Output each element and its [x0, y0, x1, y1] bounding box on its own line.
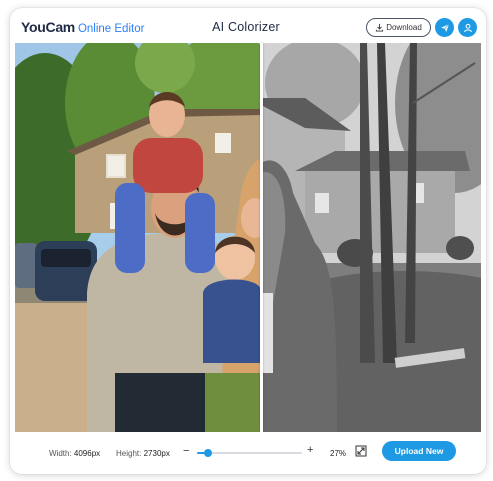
height-label: Height: — [116, 449, 142, 458]
colorized-half — [15, 43, 261, 432]
original-half — [261, 43, 481, 432]
editor-window: YouCam Online Editor AI Colorizer Downloa… — [10, 8, 486, 474]
share-button[interactable] — [435, 18, 454, 37]
download-icon — [376, 23, 384, 32]
logo-brand: YouCam — [21, 19, 75, 35]
width-label: Width: — [49, 449, 72, 458]
header: YouCam Online Editor AI Colorizer Downloa… — [10, 8, 486, 46]
download-button[interactable]: Download — [366, 18, 431, 37]
zoom-in-button[interactable]: + — [307, 444, 313, 456]
profile-button[interactable] — [458, 18, 477, 37]
before-after-photo[interactable] — [15, 43, 481, 432]
zoom-slider-thumb[interactable] — [203, 449, 212, 457]
width-readout: Width: 4096px — [49, 449, 100, 458]
compare-slider-handle[interactable] — [260, 43, 263, 432]
send-icon — [440, 23, 449, 32]
zoom-out-button[interactable]: − — [183, 445, 189, 457]
height-value: 2730px — [143, 449, 170, 458]
zoom-percentage: 27% — [330, 449, 347, 458]
logo-subtitle: Online Editor — [77, 23, 145, 35]
width-value: 4096px — [73, 449, 101, 458]
upload-new-button[interactable]: Upload New — [382, 441, 456, 461]
page-title: AI Colorizer — [212, 20, 280, 34]
height-readout: Height: 2730px — [116, 449, 170, 458]
fit-screen-icon[interactable] — [355, 445, 367, 457]
footer-toolbar: Width: 4096px Height: 2730px − + 27% Upl… — [10, 432, 486, 474]
download-label: Download — [386, 23, 422, 32]
zoom-slider[interactable] — [197, 449, 302, 457]
user-icon — [463, 23, 472, 32]
logo[interactable]: YouCam Online Editor — [21, 19, 144, 37]
